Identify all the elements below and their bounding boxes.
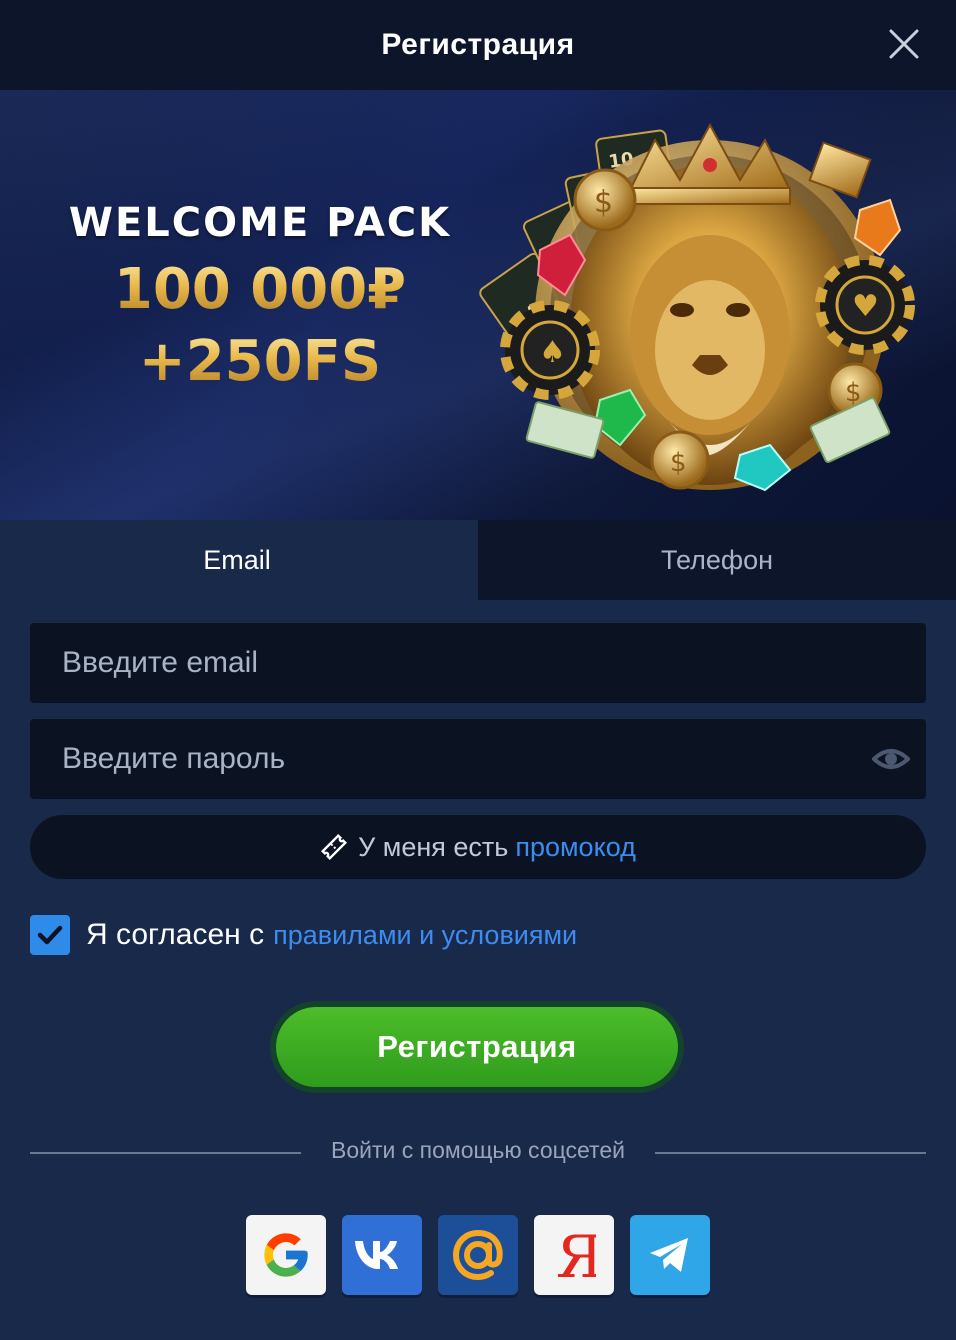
password-field-container [30,719,926,799]
vk-icon [355,1241,398,1269]
promo-code-link[interactable]: промокод [515,832,636,863]
telegram-login-button[interactable] [630,1215,710,1295]
email-field-container [30,623,926,703]
telegram-icon [650,1238,688,1272]
close-icon [889,29,919,59]
modal-title: Регистрация [381,28,575,61]
eye-icon[interactable] [872,741,910,777]
svg-text:$: $ [594,185,613,220]
terms-label: Я согласен с [86,918,265,951]
terms-agreement: Я согласен с правилами и условиями [30,914,577,956]
divider-left [30,1152,301,1154]
terms-checkbox[interactable] [30,915,70,955]
vk-login-button[interactable] [342,1215,422,1295]
auth-method-tabs: Email Телефон [0,520,956,600]
terms-link[interactable]: правилами и условиями [273,920,577,951]
social-login-label: Войти с помощью соцсетей [331,1137,625,1163]
tab-email[interactable]: Email [0,520,474,600]
yandex-icon: Я [556,1225,596,1285]
mailru-login-button[interactable] [438,1215,518,1295]
google-icon [264,1233,308,1277]
svg-text:♠: ♠ [539,335,566,370]
modal-header: Регистрация [0,0,956,90]
lion-emblem-image: A K Q 10 [479,122,915,492]
checkmark-icon [37,925,63,945]
promo-code-label: У меня есть [358,831,509,862]
close-button[interactable] [886,26,922,62]
register-button[interactable]: Регистрация [276,1007,678,1087]
google-login-button[interactable] [246,1215,326,1295]
email-input[interactable] [62,646,842,680]
tab-phone[interactable]: Телефон [478,520,956,600]
promo-text-block: WELCOME PACK 100 000₽ +250FS [60,200,460,398]
mail-at-icon [452,1229,503,1281]
promo-banner: WELCOME PACK 100 000₽ +250FS 10 ♠ ♥ $ $ … [0,90,956,520]
svg-text:♥: ♥ [852,289,879,324]
promo-code-button[interactable]: У меня есть промокод [30,815,926,879]
promo-amount: 100 000₽ [60,254,460,326]
ticket-icon [321,833,348,861]
promo-freespins: +250FS [60,326,460,398]
registration-modal: Регистрация WELCOME PACK 100 000₽ +250FS [0,0,956,1340]
svg-text:Я: Я [556,1225,596,1285]
yandex-login-button[interactable]: Я [534,1215,614,1295]
social-login-buttons: Я [246,1215,710,1295]
password-input[interactable] [62,742,842,776]
submit-button-frame: Регистрация [270,1001,684,1093]
divider-right [655,1152,926,1154]
promo-title: WELCOME PACK [68,200,452,246]
svg-text:$: $ [670,448,687,478]
